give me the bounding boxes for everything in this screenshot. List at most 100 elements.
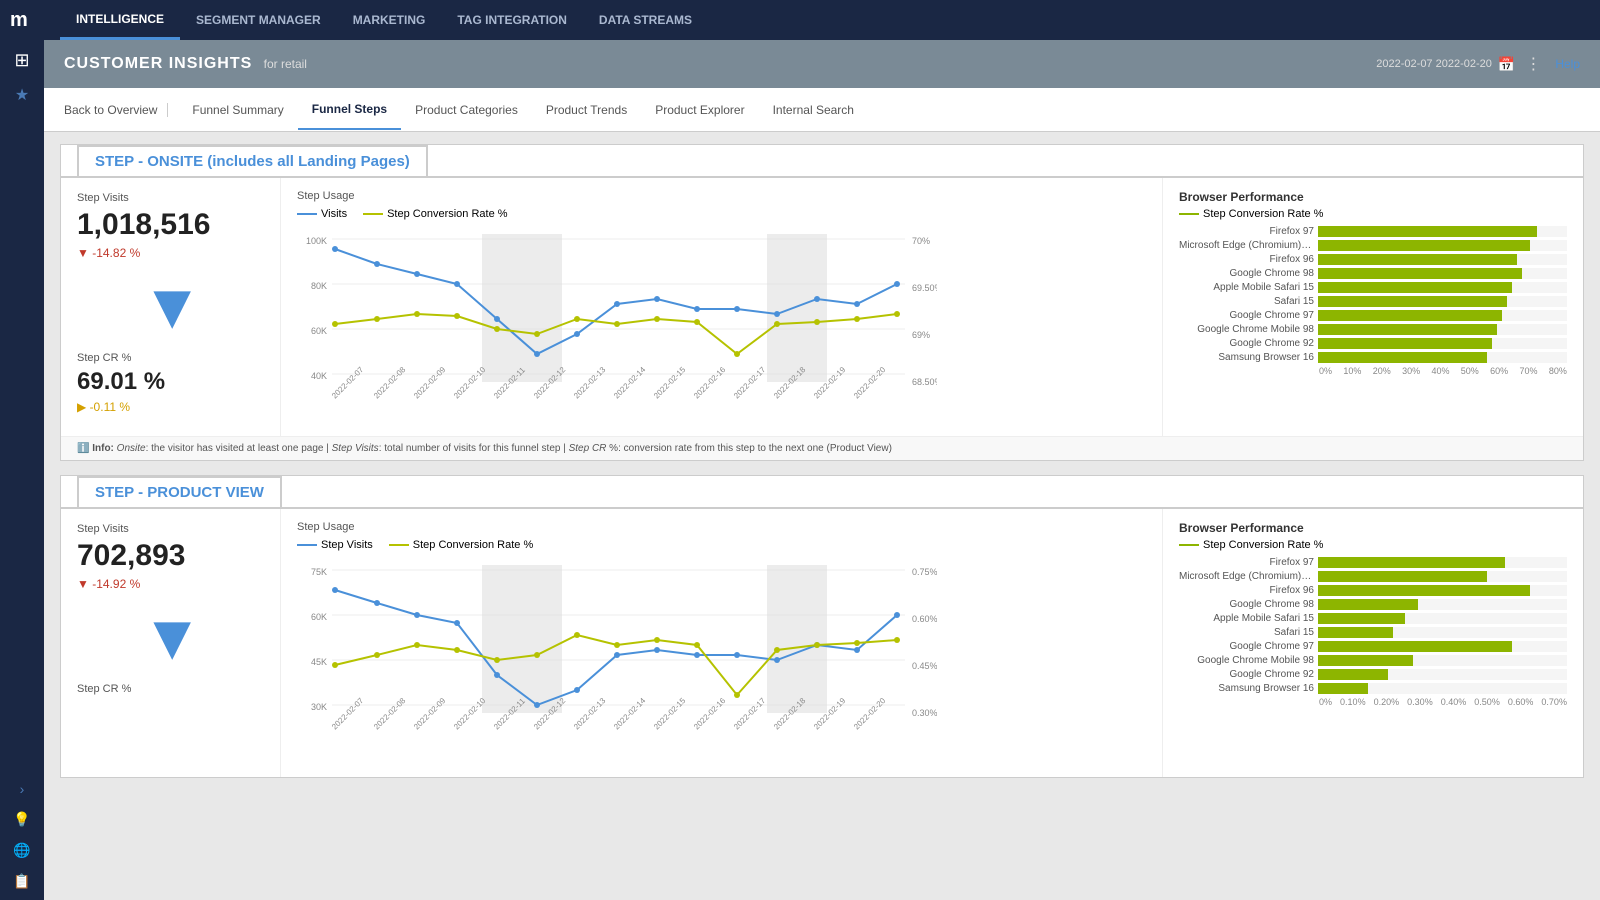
browser-row: Apple Mobile Safari 15 <box>1179 282 1567 293</box>
browser-bar <box>1318 683 1368 694</box>
browser-bar-wrap <box>1318 599 1567 610</box>
nav-tag[interactable]: TAG INTEGRATION <box>441 0 583 40</box>
browser-bar-wrap <box>1318 352 1567 363</box>
browser-name: Safari 15 <box>1179 627 1314 638</box>
nav-intelligence[interactable]: INTELLIGENCE <box>60 0 180 40</box>
step1-section: STEP - ONSITE (includes all Landing Page… <box>60 144 1584 461</box>
sidebar-star-icon[interactable]: ★ <box>15 85 29 105</box>
step1-header-wrap: STEP - ONSITE (includes all Landing Page… <box>61 145 1583 178</box>
browser-bar-wrap <box>1318 571 1567 582</box>
nav-datastreams[interactable]: DATA STREAMS <box>583 0 708 40</box>
browser-row: Apple Mobile Safari 15 <box>1179 613 1567 624</box>
svg-text:2022-02-15: 2022-02-15 <box>652 696 688 732</box>
browser-name: Safari 15 <box>1179 296 1314 307</box>
browser-name: Google Chrome 92 <box>1179 669 1314 680</box>
browser-bar-wrap <box>1318 240 1567 251</box>
tab-internal-search[interactable]: Internal Search <box>759 91 868 129</box>
svg-text:0.30%: 0.30% <box>912 708 937 718</box>
svg-text:45K: 45K <box>311 657 327 667</box>
browser-bar <box>1318 240 1530 251</box>
page-title: CUSTOMER INSIGHTS <box>64 55 252 72</box>
svg-text:2022-02-20: 2022-02-20 <box>852 365 888 401</box>
browser-bar-wrap <box>1318 338 1567 349</box>
browser-name: Firefox 97 <box>1179 226 1314 237</box>
browser-bar <box>1318 613 1405 624</box>
page-header: CUSTOMER INSIGHTS for retail 2022-02-07 … <box>44 40 1600 88</box>
svg-text:2022-02-14: 2022-02-14 <box>612 696 648 732</box>
step1-chart-svg: 100K 80K 60K 40K 70% 69.50% 69% 68.50% <box>297 224 937 424</box>
sidebar-bulb-icon[interactable]: 💡 <box>13 811 30 828</box>
step1-chart-title: Step Usage <box>297 190 1146 202</box>
tab-funnel-summary[interactable]: Funnel Summary <box>178 91 297 129</box>
browser-name: Google Chrome 98 <box>1179 268 1314 279</box>
svg-text:2022-02-13: 2022-02-13 <box>572 365 608 401</box>
tab-product-categories[interactable]: Product Categories <box>401 91 532 129</box>
back-to-overview[interactable]: Back to Overview <box>64 103 168 117</box>
step1-visits-label: Step Visits <box>77 192 264 204</box>
sidebar-grid-icon[interactable]: ⊞ <box>14 50 29 71</box>
browser-name: Google Chrome Mobile 98 <box>1179 324 1314 335</box>
browser-row: Firefox 96 <box>1179 585 1567 596</box>
logo: m <box>10 9 40 32</box>
sidebar-arrow-icon[interactable]: › <box>20 781 25 797</box>
help-button[interactable]: Help <box>1555 57 1580 71</box>
browser-row: Safari 15 <box>1179 627 1567 638</box>
step2-header-wrap: STEP - PRODUCT VIEW <box>61 476 1583 509</box>
browser-bar-wrap <box>1318 669 1567 680</box>
browser-bar <box>1318 282 1512 293</box>
browser-bar-wrap <box>1318 683 1567 694</box>
svg-text:2022-02-09: 2022-02-09 <box>412 696 448 732</box>
browser-row: Google Chrome Mobile 98 <box>1179 655 1567 666</box>
browser-row: Firefox 96 <box>1179 254 1567 265</box>
browser-row: Google Chrome Mobile 98 <box>1179 324 1567 335</box>
browser-row: Firefox 97 <box>1179 226 1567 237</box>
svg-text:60K: 60K <box>311 326 327 336</box>
svg-text:40K: 40K <box>311 371 327 381</box>
step2-arrow-down: ▼ <box>141 605 201 669</box>
sidebar-globe-icon[interactable]: 🌐 <box>13 842 30 859</box>
browser-name: Google Chrome 97 <box>1179 310 1314 321</box>
nav-marketing[interactable]: MARKETING <box>337 0 442 40</box>
browser-bar <box>1318 226 1537 237</box>
svg-text:0.45%: 0.45% <box>912 661 937 671</box>
svg-text:0.60%: 0.60% <box>912 614 937 624</box>
browser-bar <box>1318 557 1505 568</box>
sidebar-doc-icon[interactable]: 📋 <box>13 873 30 890</box>
browser-bar <box>1318 627 1393 638</box>
main-content: CUSTOMER INSIGHTS for retail 2022-02-07 … <box>44 40 1600 900</box>
browser-name: Microsoft Edge (Chromium) fo... <box>1179 240 1314 251</box>
browser-bar-wrap <box>1318 557 1567 568</box>
step2-browser-title: Browser Performance <box>1179 521 1567 535</box>
step1-cr-label: Step CR % <box>77 352 264 364</box>
svg-text:2022-02-10: 2022-02-10 <box>452 696 488 732</box>
step2-metrics: Step Visits 702,893 ▼ -14.92 % ▼ Step CR… <box>61 509 281 777</box>
browser-name: Firefox 96 <box>1179 254 1314 265</box>
svg-text:2022-02-15: 2022-02-15 <box>652 365 688 401</box>
browser-bar <box>1318 585 1530 596</box>
more-icon[interactable]: ⋮ <box>1525 54 1541 74</box>
svg-text:70%: 70% <box>912 236 930 246</box>
svg-text:2022-02-16: 2022-02-16 <box>692 365 728 401</box>
browser-bar-wrap <box>1318 268 1567 279</box>
browser-row: Google Chrome 98 <box>1179 268 1567 279</box>
browser-bar-wrap <box>1318 655 1567 666</box>
browser-bar <box>1318 324 1497 335</box>
svg-text:2022-02-17: 2022-02-17 <box>732 696 768 732</box>
step2-title: STEP - PRODUCT VIEW <box>77 476 282 507</box>
browser-bar <box>1318 571 1487 582</box>
nav-segment[interactable]: SEGMENT MANAGER <box>180 0 337 40</box>
sidebar: ⊞ ★ › 💡 🌐 📋 <box>0 40 44 900</box>
step1-metrics: Step Visits 1,018,516 ▼ -14.82 % ▼ Step … <box>61 178 281 436</box>
svg-text:2022-02-13: 2022-02-13 <box>572 696 608 732</box>
tab-product-explorer[interactable]: Product Explorer <box>641 91 758 129</box>
svg-text:2022-02-16: 2022-02-16 <box>692 696 728 732</box>
browser-bar-wrap <box>1318 226 1567 237</box>
browser-bar-wrap <box>1318 310 1567 321</box>
tab-product-trends[interactable]: Product Trends <box>532 91 641 129</box>
svg-text:68.50%: 68.50% <box>912 377 937 387</box>
calendar-icon[interactable]: 📅 <box>1498 56 1515 73</box>
tab-funnel-steps[interactable]: Funnel Steps <box>298 90 401 130</box>
browser-bar <box>1318 310 1502 321</box>
browser-row: Microsoft Edge (Chromium) fo... <box>1179 571 1567 582</box>
browser-name: Google Chrome 92 <box>1179 338 1314 349</box>
